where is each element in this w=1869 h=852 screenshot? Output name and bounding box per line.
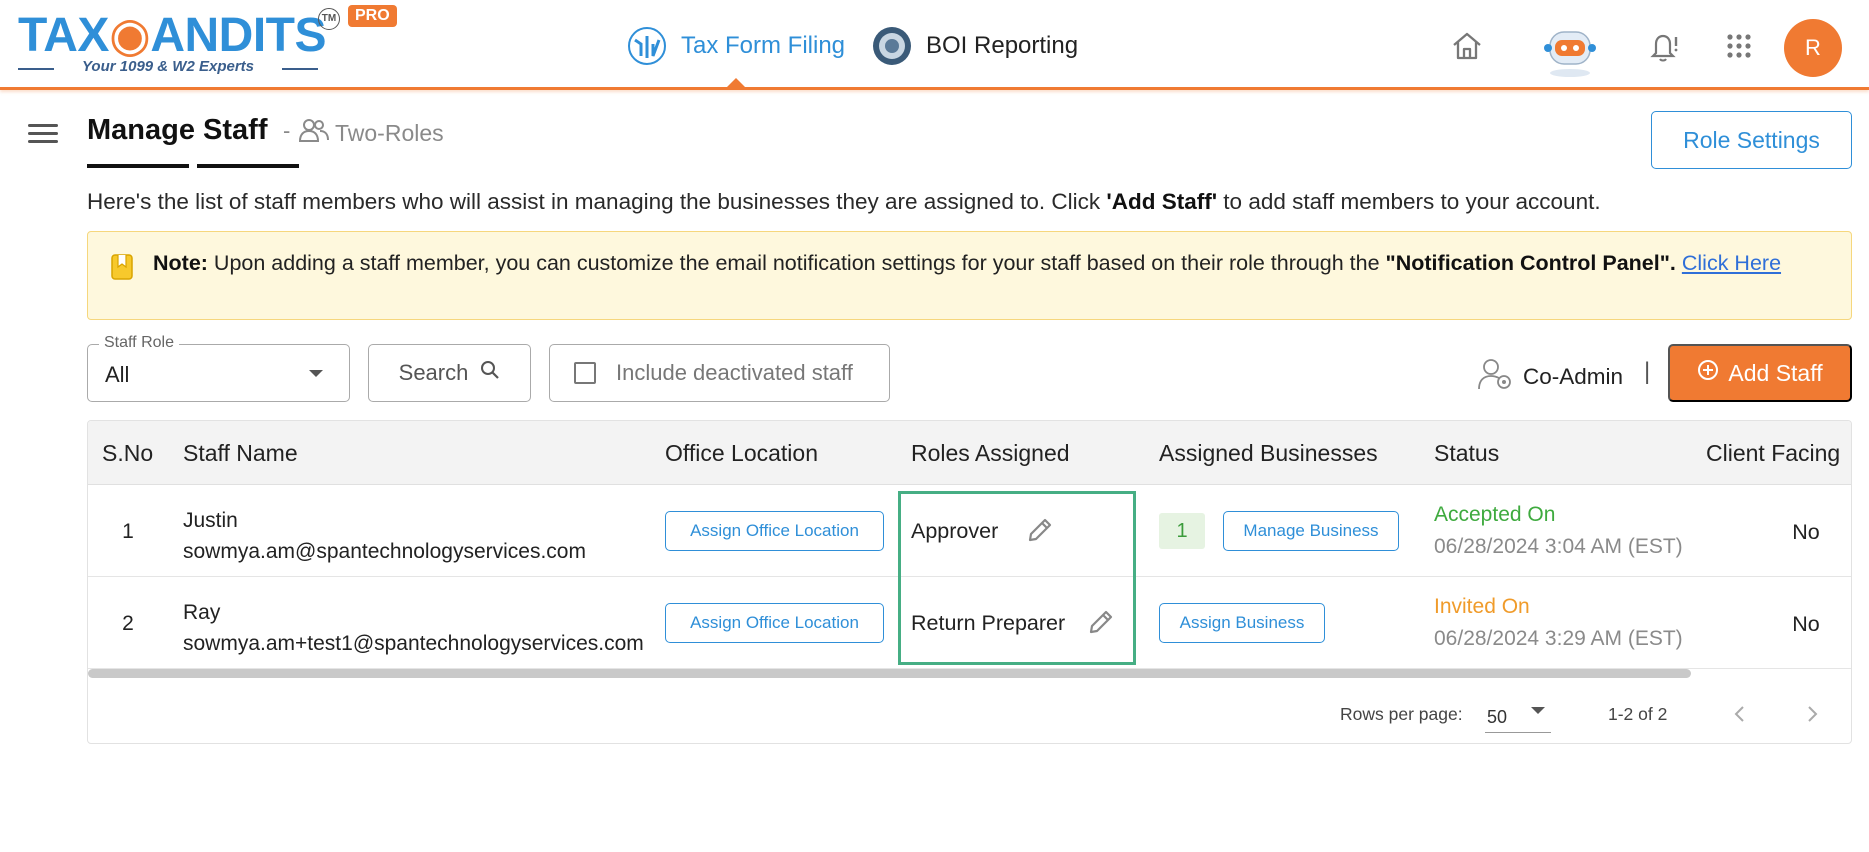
trademark-mark: TM — [318, 8, 340, 30]
staff-name-cell: Ray sowmya.am+test1@spantechnologyservic… — [183, 597, 644, 659]
irs-eagle-icon — [627, 26, 667, 66]
staff-table: S.No Staff Name Office Location Roles As… — [87, 420, 1852, 744]
search-button[interactable]: Search — [368, 344, 531, 402]
column-header-staff-name: Staff Name — [183, 440, 298, 466]
client-facing-value: No — [1792, 520, 1820, 544]
status-date: 06/28/2024 3:29 AM (EST) — [1434, 627, 1683, 650]
logo-wordmark: TAX◉ANDITS — [18, 9, 326, 62]
column-header-roles-assigned: Roles Assigned — [911, 440, 1070, 466]
column-header-client-facing: Client Facing — [1706, 440, 1841, 466]
notification-note-banner: Note: Upon adding a staff member, you ca… — [87, 231, 1852, 320]
treasury-seal-icon — [872, 26, 912, 66]
add-staff-label: Add Staff — [1728, 359, 1823, 386]
divider: | — [1644, 358, 1651, 385]
chevron-down-icon — [1531, 707, 1545, 714]
co-admin-label: Co-Admin — [1523, 364, 1624, 389]
page-description: Here's the list of staff members who wil… — [87, 189, 1601, 214]
role-mode-indicator: Two-Roles — [298, 117, 444, 149]
chevron-down-icon — [309, 370, 323, 377]
nav-tax-form-filing-label: Tax Form Filing — [681, 32, 846, 59]
nav-boi-reporting-label: BOI Reporting — [926, 32, 1079, 59]
note-text: Note: Upon adding a staff member, you ca… — [153, 251, 1782, 275]
staff-role-select[interactable]: Staff Role All — [87, 334, 350, 402]
role-mode-label: Two-Roles — [335, 119, 444, 146]
staff-role-value: All — [105, 362, 130, 387]
logo-tagline: Your 1099 & W2 Experts — [18, 58, 318, 75]
title-underline — [87, 164, 189, 168]
rows-per-page-label: Rows per page: — [1340, 704, 1463, 724]
column-header-office-location: Office Location — [665, 440, 819, 466]
bell-icon[interactable] — [1646, 28, 1682, 64]
row-sno: 1 — [122, 520, 134, 543]
table-header: S.No Staff Name Office Location Roles As… — [88, 421, 1851, 485]
status-label: Accepted On — [1434, 503, 1556, 526]
click-here-link[interactable]: Click Here — [1682, 251, 1781, 275]
rows-per-page-select[interactable]: 50 — [1485, 703, 1551, 733]
pro-badge: PRO — [348, 5, 397, 27]
user-settings-icon — [1477, 357, 1515, 397]
hamburger-menu-icon[interactable] — [28, 124, 58, 148]
horizontal-scrollbar[interactable] — [88, 669, 1691, 678]
staff-email: sowmya.am@spantechnologyservices.com — [183, 540, 586, 563]
nav-tax-form-filing[interactable]: Tax Form Filing — [627, 26, 845, 66]
roles-highlight-box — [898, 491, 1136, 665]
plus-circle-icon — [1697, 359, 1719, 387]
two-users-icon — [298, 117, 329, 149]
status-date: 06/28/2024 3:04 AM (EST) — [1434, 535, 1683, 558]
taxbandits-logo[interactable]: TAX◉ANDITS TM PRO Your 1099 & W2 Experts — [18, 5, 398, 80]
include-deactivated-toggle[interactable]: Include deactivated staff — [549, 344, 890, 402]
column-header-status: Status — [1434, 440, 1500, 466]
manage-business-button[interactable]: Manage Business — [1223, 511, 1399, 551]
robot-assistant-icon[interactable] — [1540, 18, 1600, 78]
include-deactivated-label: Include deactivated staff — [616, 360, 853, 385]
note-icon — [108, 252, 138, 282]
assigned-business-count: 1 — [1159, 513, 1205, 549]
next-page-icon[interactable] — [1797, 699, 1827, 729]
nav-boi-reporting[interactable]: BOI Reporting — [872, 26, 1078, 66]
top-header: TAX◉ANDITS TM PRO Your 1099 & W2 Experts… — [0, 0, 1869, 90]
assign-office-location-button[interactable]: Assign Office Location — [665, 511, 884, 551]
apps-grid-icon[interactable] — [1721, 28, 1757, 64]
active-nav-indicator — [725, 78, 747, 89]
search-button-label: Search — [398, 360, 469, 385]
staff-name: Ray — [183, 601, 221, 624]
staff-email: sowmya.am+test1@spantechnologyservices.c… — [183, 632, 644, 655]
staff-role-label: Staff Role — [99, 334, 179, 352]
pagination-bar: Rows per page: 50 1-2 of 2 — [88, 683, 1851, 743]
row-sno: 2 — [122, 612, 134, 635]
title-underline — [197, 164, 299, 168]
client-facing-value: No — [1792, 612, 1820, 636]
column-header-sno: S.No — [102, 440, 154, 466]
search-icon — [480, 360, 500, 386]
co-admin-link[interactable]: Co-Admin — [1477, 357, 1623, 397]
staff-name-cell: Justin sowmya.am@spantechnologyservices.… — [183, 505, 586, 567]
user-avatar[interactable]: R — [1784, 19, 1842, 77]
assign-business-button[interactable]: Assign Business — [1159, 603, 1325, 643]
role-settings-button[interactable]: Role Settings — [1651, 111, 1852, 169]
status-label: Invited On — [1434, 595, 1530, 618]
add-staff-button[interactable]: Add Staff — [1668, 344, 1852, 402]
assign-office-location-button[interactable]: Assign Office Location — [665, 603, 884, 643]
column-header-assigned-businesses: Assigned Businesses — [1159, 440, 1378, 466]
rows-per-page-value: 50 — [1487, 707, 1508, 727]
previous-page-icon[interactable] — [1725, 699, 1755, 729]
staff-name: Justin — [183, 509, 238, 532]
page-title: Manage Staff — [87, 114, 268, 146]
home-icon[interactable] — [1449, 28, 1485, 64]
include-deactivated-checkbox[interactable] — [574, 362, 596, 384]
pagination-range: 1-2 of 2 — [1608, 704, 1668, 724]
title-separator: - — [283, 118, 291, 143]
